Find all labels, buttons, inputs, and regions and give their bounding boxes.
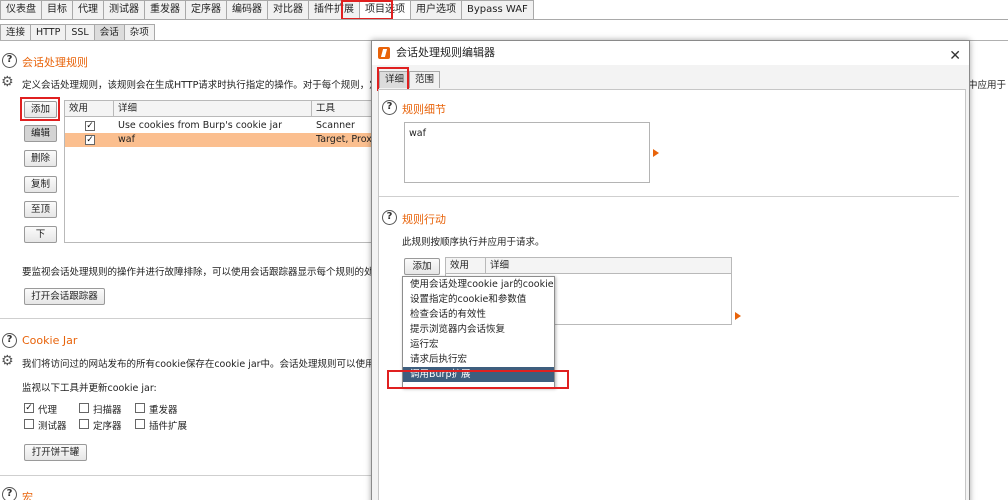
tab-dashboard[interactable]: 仪表盘: [0, 0, 42, 19]
cookie-jar-description: 我们将访问过的网站发布的所有cookie保存在cookie jar中。会话处理规…: [22, 359, 394, 370]
cookie-jar-monitor-label: 监视以下工具并更新cookie jar:: [22, 383, 157, 394]
rule-tools: Target, Proxy: [316, 134, 378, 145]
duplicate-rule-button[interactable]: 复制: [24, 176, 57, 193]
intruder-label: 测试器: [38, 421, 67, 432]
macros-title: 宏: [22, 491, 33, 500]
rule-description-field[interactable]: waf: [404, 122, 650, 183]
expand-arrow-icon[interactable]: [653, 149, 659, 157]
table-row[interactable]: waf Target, Proxy: [65, 133, 383, 147]
scanner-label: 扫描器: [93, 405, 122, 416]
help-icon[interactable]: ?: [382, 210, 397, 225]
tab-bar-divider: [0, 19, 1008, 20]
help-icon[interactable]: ?: [382, 100, 397, 115]
scanner-checkbox[interactable]: [79, 403, 89, 413]
tab-proxy[interactable]: 代理: [72, 0, 104, 19]
help-icon[interactable]: ?: [2, 333, 17, 348]
tab-bypass-waf[interactable]: Bypass WAF: [461, 0, 534, 19]
sub-tab-bar: 连接 HTTP SSL 会话 杂项: [0, 24, 155, 41]
tab-details[interactable]: 详细: [379, 71, 411, 88]
rule-detail-title: 规则细节: [402, 103, 446, 116]
subtab-http[interactable]: HTTP: [30, 24, 67, 41]
session-rules-description-right: 中应用于: [968, 80, 1007, 91]
repeater-label: 重发器: [149, 405, 178, 416]
help-icon[interactable]: ?: [2, 53, 17, 68]
menu-item-invoke-extension[interactable]: 调用Burp扩展: [403, 367, 554, 382]
close-icon[interactable]: ✕: [949, 44, 961, 68]
section-divider: [379, 196, 959, 197]
col-enabled[interactable]: 效用: [65, 101, 114, 117]
dialog-title: 会话处理规则编辑器: [396, 46, 495, 59]
col-detail[interactable]: 详细: [114, 101, 312, 117]
menu-item-run-post-request-macro[interactable]: 请求后执行宏: [403, 352, 554, 367]
rule-description-value: waf: [409, 128, 426, 139]
sequencer-checkbox[interactable]: [79, 419, 89, 429]
enabled-checkbox[interactable]: [85, 135, 95, 145]
main-tab-bar: 仪表盘 目标 代理 测试器 重发器 定序器 编码器 对比器 插件扩展 项目选项 …: [0, 0, 534, 19]
tab-target[interactable]: 目标: [41, 0, 73, 19]
subtab-ssl[interactable]: SSL: [65, 24, 95, 41]
cookie-jar-title: Cookie Jar: [22, 334, 78, 347]
repeater-checkbox[interactable]: [135, 403, 145, 413]
menu-item-set-cookie-param[interactable]: 设置指定的cookie和参数值: [403, 292, 554, 307]
open-session-tracer-button[interactable]: 打开会话跟踪器: [24, 288, 105, 305]
subtab-misc[interactable]: 杂项: [123, 24, 155, 41]
section-divider: [0, 475, 371, 476]
extender-checkbox[interactable]: [135, 419, 145, 429]
tab-scope[interactable]: 范围: [409, 71, 441, 88]
edit-rule-button[interactable]: 编辑: [24, 125, 57, 142]
menu-item-run-macro[interactable]: 运行宏: [403, 337, 554, 352]
enabled-checkbox[interactable]: [85, 121, 95, 131]
extender-label: 插件扩展: [149, 421, 188, 432]
session-rules-title: 会话处理规则: [22, 56, 88, 69]
move-top-button[interactable]: 至顶: [24, 201, 57, 218]
intruder-checkbox[interactable]: [24, 419, 34, 429]
dialog-tab-bar: 详细 范围: [379, 71, 441, 88]
details-panel: ? 规则细节 waf ? 规则行动 此规则按顺序执行并应用于请求。 添加 效用 …: [378, 89, 966, 500]
tab-sequencer[interactable]: 定序器: [185, 0, 227, 19]
add-rule-button[interactable]: 添加: [24, 101, 57, 118]
open-cookie-jar-button[interactable]: 打开饼干罐: [24, 444, 87, 461]
tab-extender[interactable]: 插件扩展: [308, 0, 360, 19]
menu-item-use-cookies[interactable]: 使用会话处理cookie jar的cookie: [403, 277, 554, 292]
rule-detail: Use cookies from Burp's cookie jar: [118, 120, 282, 131]
tracer-description: 要监视会话处理规则的操作并进行故障排除，可以使用会话跟踪器显示每个规则的处理: [22, 267, 384, 278]
rule-tools: Scanner: [316, 120, 355, 131]
tab-comparer[interactable]: 对比器: [267, 0, 309, 19]
expand-arrow-icon[interactable]: [735, 312, 741, 320]
rule-detail: waf: [118, 134, 135, 145]
session-rules-table[interactable]: 效用 详细 工具 Use cookies from Burp's cookie …: [64, 100, 392, 243]
rule-editor-dialog: 会话处理规则编辑器 ✕ 详细 范围 ? 规则细节 waf ? 规则行动 此规则按…: [371, 40, 970, 500]
proxy-label: 代理: [38, 405, 58, 416]
sequencer-label: 定序器: [93, 421, 122, 432]
move-down-button[interactable]: 下: [24, 226, 57, 243]
rule-actions-description: 此规则按顺序执行并应用于请求。: [402, 237, 545, 248]
table-row[interactable]: Use cookies from Burp's cookie jar Scann…: [65, 119, 383, 133]
tab-repeater[interactable]: 重发器: [144, 0, 186, 19]
dialog-title-bar[interactable]: 会话处理规则编辑器 ✕: [372, 41, 969, 65]
remove-rule-button[interactable]: 删除: [24, 150, 57, 167]
burp-logo-icon: [378, 47, 390, 59]
tab-project-options[interactable]: 项目选项: [359, 0, 411, 19]
session-rules-description: 定义会话处理规则，该规则会在生成HTTP请求时执行指定的操作。对于每个规则，定义: [22, 80, 389, 91]
menu-item-check-session[interactable]: 检查会话的有效性: [403, 307, 554, 322]
section-divider: [0, 318, 371, 319]
tab-decoder[interactable]: 编码器: [226, 0, 268, 19]
menu-item-prompt-recovery[interactable]: 提示浏览器内会话恢复: [403, 322, 554, 337]
tab-user-options[interactable]: 用户选项: [410, 0, 462, 19]
subtab-connections[interactable]: 连接: [0, 24, 32, 41]
rule-actions-title: 规则行动: [402, 213, 446, 226]
subtab-sessions[interactable]: 会话: [93, 24, 125, 41]
add-action-button[interactable]: 添加: [404, 258, 440, 275]
proxy-checkbox[interactable]: [24, 403, 34, 413]
add-action-menu: 使用会话处理cookie jar的cookie 设置指定的cookie和参数值 …: [402, 276, 555, 388]
settings-gear-icon[interactable]: ⚙: [1, 75, 14, 89]
settings-gear-icon[interactable]: ⚙: [1, 354, 14, 368]
col-detail[interactable]: 详细: [486, 258, 731, 274]
col-enabled[interactable]: 效用: [446, 258, 486, 274]
tab-intruder[interactable]: 测试器: [103, 0, 145, 19]
help-icon[interactable]: ?: [2, 487, 17, 500]
